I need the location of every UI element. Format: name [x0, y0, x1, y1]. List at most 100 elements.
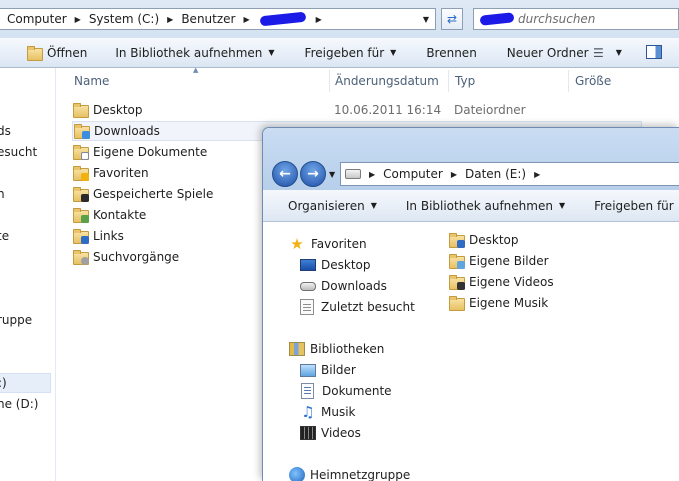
refresh-button[interactable]: ⇄	[441, 8, 463, 30]
chevron-right-icon[interactable]: ▶	[167, 15, 173, 24]
file-row-eigene-dokumente[interactable]: Eigene Dokumente	[72, 142, 207, 162]
file-row-links[interactable]: Links	[72, 226, 124, 246]
column-divider[interactable]	[568, 70, 569, 92]
search-placeholder: durchsuchen	[518, 12, 596, 26]
column-divider[interactable]	[329, 70, 330, 92]
arrow-left-icon: ←	[279, 166, 291, 182]
file-row-suchvorgaenge[interactable]: Suchvorgänge	[72, 247, 179, 267]
include-library-button[interactable]: In Bibliothek aufnehmen ▼	[101, 46, 288, 60]
music-note-icon: ♫	[301, 403, 315, 421]
file-row-gespeicherte-spiele[interactable]: Gespeicherte Spiele	[72, 184, 213, 204]
nav-music[interactable]: ♫ Musik	[300, 402, 356, 422]
nav-label: Downloads	[321, 279, 387, 293]
breadcrumb-computer[interactable]: Computer	[381, 167, 445, 181]
view-options-button[interactable]: ☰ ▼	[593, 46, 636, 60]
file-name: Desktop	[93, 103, 143, 117]
file-name: Eigene Dokumente	[93, 145, 208, 159]
file-row-favoriten[interactable]: Favoriten	[72, 163, 149, 183]
chevron-right-icon[interactable]: ▶	[316, 15, 322, 24]
back-navigation-pane: ds esucht n te ruppe :) ne (D:)	[0, 68, 56, 481]
nav-libraries[interactable]: Bibliotheken	[289, 339, 384, 359]
nav-downloads[interactable]: Downloads	[300, 276, 387, 296]
contacts-folder-icon	[72, 207, 89, 223]
nav-recent[interactable]: Zuletzt besucht	[300, 297, 415, 317]
back-search-input[interactable]: durchsuchen	[473, 8, 679, 30]
chevron-right-icon[interactable]: ▶	[451, 170, 457, 179]
nav-label: Videos	[321, 426, 361, 440]
chevron-down-icon: ▼	[370, 201, 377, 210]
front-command-bar: Organisieren ▼ In Bibliothek aufnehmen ▼…	[263, 190, 679, 222]
file-row-desktop[interactable]: Desktop 10.06.2011 16:14 Dateiordner	[72, 100, 526, 120]
organize-label: Organisieren	[288, 198, 365, 213]
nav-fragment[interactable]: ruppe	[0, 313, 32, 327]
nav-label: Bilder	[321, 363, 356, 377]
nav-fragment[interactable]: n	[0, 187, 5, 201]
column-header-type[interactable]: Typ	[455, 68, 475, 94]
file-item-eigene-videos[interactable]: Eigene Videos	[448, 272, 554, 292]
nav-fragment[interactable]: esucht	[0, 145, 37, 159]
star-icon: ★	[290, 235, 304, 253]
file-item-eigene-bilder[interactable]: Eigene Bilder	[448, 251, 549, 271]
file-date: 10.06.2011 16:14	[334, 103, 442, 117]
nav-fragment-selected[interactable]: :)	[0, 373, 51, 393]
nav-fragment[interactable]: ne (D:)	[0, 397, 38, 411]
column-header-size[interactable]: Größe	[575, 68, 611, 94]
file-row-kontakte[interactable]: Kontakte	[72, 205, 146, 225]
nav-desktop[interactable]: Desktop	[300, 255, 371, 275]
redaction-scribble	[259, 11, 307, 27]
chevron-right-icon[interactable]: ▶	[534, 170, 540, 179]
file-item-eigene-musik[interactable]: Eigene Musik	[448, 293, 548, 313]
breadcrumb-daten-e[interactable]: Daten (E:)	[463, 167, 528, 181]
nav-pictures[interactable]: Bilder	[300, 360, 356, 380]
front-navigation-pane: ★ Favoriten Desktop Downloads Zuletzt be…	[263, 223, 423, 481]
folder-icon	[72, 102, 89, 118]
nav-label: Heimnetzgruppe	[310, 468, 411, 481]
breadcrumb-system-c[interactable]: System (C:)	[87, 12, 161, 26]
nav-favorites[interactable]: ★ Favoriten	[289, 234, 366, 254]
recent-pages-dropdown-icon[interactable]: ▼	[329, 170, 335, 179]
share-label: Freigeben für	[594, 198, 674, 213]
open-folder-icon	[26, 45, 43, 61]
column-header-modified[interactable]: Änderungsdatum	[335, 68, 439, 94]
nav-homegroup[interactable]: Heimnetzgruppe	[289, 465, 410, 481]
breadcrumb-benutzer[interactable]: Benutzer	[179, 12, 237, 26]
file-name: Eigene Bilder	[469, 254, 549, 268]
forward-button[interactable]: →	[300, 161, 326, 187]
film-icon	[300, 426, 316, 440]
file-name: Downloads	[94, 124, 160, 138]
nav-videos[interactable]: Videos	[300, 423, 361, 443]
chevron-down-icon: ▼	[615, 48, 622, 57]
column-header-name[interactable]: Name	[74, 68, 109, 94]
include-library-button[interactable]: In Bibliothek aufnehmen ▼	[406, 199, 594, 213]
share-button[interactable]: Freigeben für ▼	[289, 46, 411, 60]
libraries-icon	[289, 342, 305, 356]
nav-fragment[interactable]: ds	[0, 124, 11, 138]
file-name: Favoriten	[93, 166, 149, 180]
breadcrumb-computer[interactable]: Computer	[0, 12, 69, 26]
nav-label: Musik	[321, 405, 356, 419]
desktop-icon	[300, 259, 316, 271]
nav-documents[interactable]: Dokumente	[301, 381, 392, 401]
organize-button[interactable]: Organisieren ▼	[288, 199, 406, 213]
back-address-bar[interactable]: Computer ▶ System (C:) ▶ Benutzer ▶ ▶ ▼	[0, 8, 436, 30]
folder-icon	[448, 253, 465, 269]
new-folder-button[interactable]: Neuer Ordner	[491, 46, 603, 60]
preview-pane-icon[interactable]	[646, 45, 662, 59]
nav-fragment[interactable]: te	[0, 229, 9, 243]
front-explorer-window: ← → ▼ ▶ Computer ▶ Daten (E:) ▶ Organisi…	[262, 127, 679, 481]
column-divider[interactable]	[448, 70, 449, 92]
share-button[interactable]: Freigeben für ▼	[594, 199, 679, 213]
file-name: Links	[93, 229, 124, 243]
chevron-right-icon[interactable]: ▶	[243, 15, 249, 24]
documents-folder-icon	[72, 144, 89, 160]
file-item-desktop[interactable]: Desktop	[448, 230, 519, 250]
back-button[interactable]: ←	[272, 161, 298, 187]
burn-button[interactable]: Brennen	[410, 46, 490, 60]
file-name: Desktop	[469, 233, 519, 247]
chevron-right-icon[interactable]: ▶	[75, 15, 81, 24]
chevron-right-icon[interactable]: ▶	[369, 170, 375, 179]
front-address-bar[interactable]: ▶ Computer ▶ Daten (E:) ▶	[340, 162, 679, 186]
address-dropdown-icon[interactable]: ▼	[423, 15, 429, 24]
open-button[interactable]: Öffnen	[0, 45, 101, 61]
pictures-icon	[300, 363, 316, 377]
